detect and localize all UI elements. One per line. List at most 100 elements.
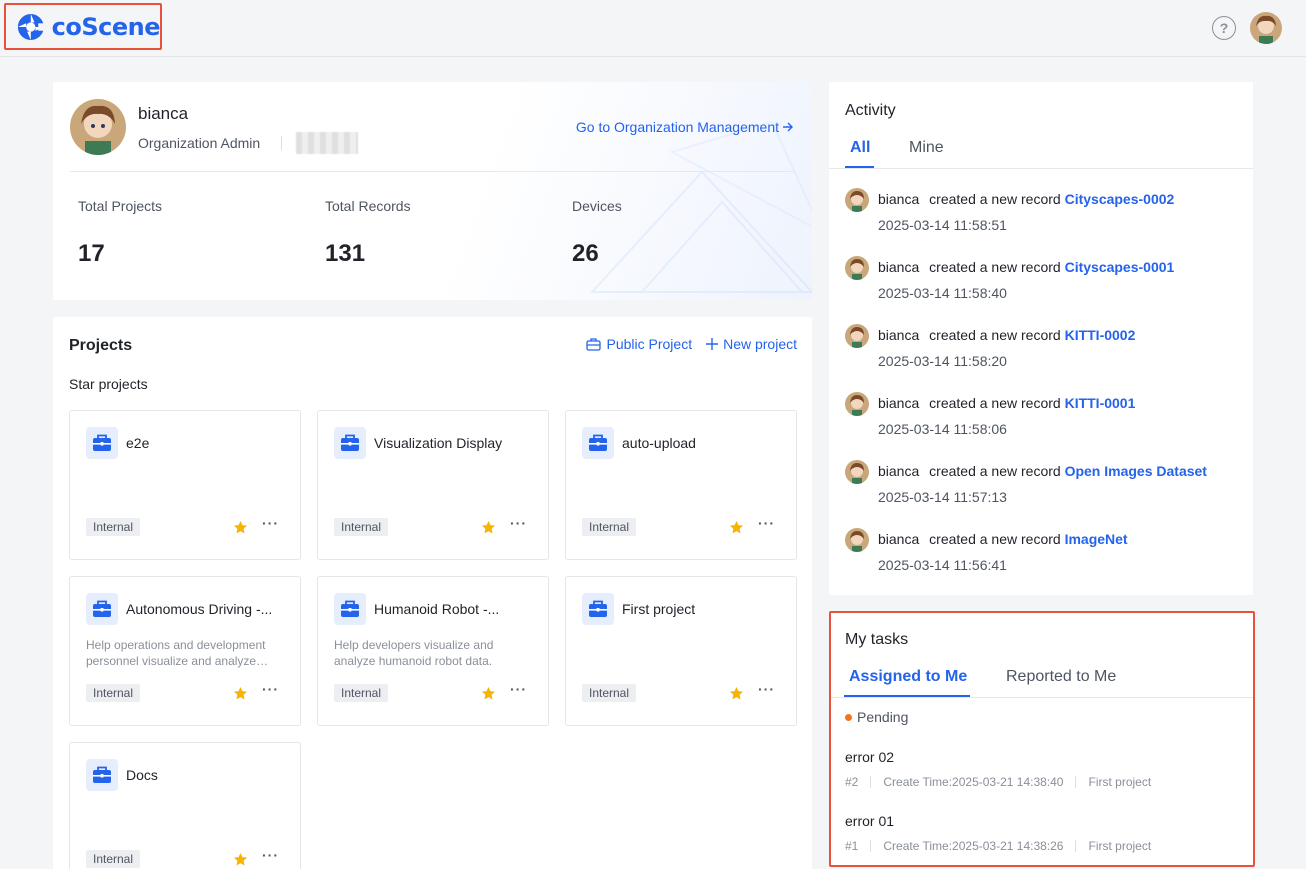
stat-label: Total Records: [325, 198, 411, 214]
tab-reported-to-me[interactable]: Reported to Me: [1006, 668, 1116, 686]
star-projects-title: Star projects: [69, 376, 148, 392]
task-meta: #2 Create Time:2025-03-21 14:38:40 First p…: [845, 775, 1151, 789]
project-visibility-tag: Internal: [582, 684, 637, 702]
profile-name: bianca: [138, 104, 189, 123]
activity-action: created a new record: [929, 259, 1061, 275]
coscene-logo[interactable]: coScene: [4, 3, 162, 50]
project-card[interactable]: Humanoid Robot -... Help developers visua…: [317, 576, 549, 726]
activity-user: bianca: [878, 395, 920, 411]
public-project-button[interactable]: Public Project: [586, 336, 692, 352]
star-icon[interactable]: [481, 686, 496, 704]
activity-time: 2025-03-14 11:57:13: [878, 489, 1007, 505]
more-options-icon[interactable]: ···: [758, 515, 775, 531]
project-briefcase-icon: [334, 427, 366, 459]
activity-text: bianca created a new record Cityscapes-0…: [878, 259, 1174, 275]
activity-record-link[interactable]: KITTI-0002: [1065, 327, 1136, 343]
projects-title: Projects: [69, 337, 133, 354]
activity-action: created a new record: [929, 191, 1061, 207]
divider: [1075, 776, 1077, 788]
tab-all[interactable]: All: [850, 139, 870, 157]
activity-record-link[interactable]: Open Images Dataset: [1065, 463, 1207, 479]
help-icon[interactable]: ?: [1212, 16, 1236, 40]
project-name: Autonomous Driving -...: [126, 601, 273, 617]
more-options-icon[interactable]: ···: [510, 515, 527, 531]
project-visibility-tag: Internal: [86, 684, 141, 702]
stat-total-projects: Total Projects 17: [78, 198, 162, 268]
stat-value: 131: [325, 240, 366, 267]
stat-value: 17: [78, 240, 105, 267]
project-visibility-tag: Internal: [86, 518, 141, 536]
star-icon[interactable]: [233, 686, 248, 704]
activity-record-link[interactable]: Cityscapes-0002: [1065, 191, 1175, 207]
activity-time: 2025-03-14 11:56:41: [878, 557, 1007, 573]
stat-total-records: Total Records 131: [325, 198, 411, 268]
divider: [281, 136, 282, 150]
user-avatar[interactable]: [1250, 12, 1282, 44]
activity-avatar: [845, 188, 869, 212]
activity-record-link[interactable]: KITTI-0001: [1065, 395, 1136, 411]
profile-avatar: [70, 99, 126, 155]
activity-user: bianca: [878, 327, 920, 343]
star-icon[interactable]: [233, 520, 248, 538]
activity-user: bianca: [878, 191, 920, 207]
project-briefcase-icon: [86, 759, 118, 791]
project-briefcase-icon: [86, 427, 118, 459]
project-card[interactable]: Docs Internal ···: [69, 742, 301, 869]
plus-icon: [706, 338, 719, 350]
more-options-icon[interactable]: ···: [510, 681, 527, 697]
project-card[interactable]: First project Internal ···: [565, 576, 797, 726]
project-briefcase-icon: [334, 593, 366, 625]
project-card[interactable]: Visualization Display Internal ···: [317, 410, 549, 560]
my-tasks-card: My tasks Assigned to Me Reported to Me P…: [829, 611, 1255, 867]
org-management-label: Go to Organization Management: [575, 119, 779, 135]
activity-record-link[interactable]: Cityscapes-0001: [1065, 259, 1175, 275]
task-item[interactable]: error 01 #1 Create Time:2025-03-21 14:38:2…: [845, 813, 1151, 853]
activity-time: 2025-03-14 11:58:51: [878, 217, 1007, 233]
project-card[interactable]: auto-upload Internal ···: [565, 410, 797, 560]
tab-mine[interactable]: Mine: [909, 139, 944, 157]
new-project-button[interactable]: New project: [706, 336, 797, 352]
tab-assigned-to-me[interactable]: Assigned to Me: [849, 668, 967, 686]
more-options-icon[interactable]: ···: [262, 681, 279, 697]
top-header: coScene ?: [0, 0, 1306, 57]
more-options-icon[interactable]: ···: [262, 515, 279, 531]
project-briefcase-icon: [86, 593, 118, 625]
task-item[interactable]: error 02 #2 Create Time:2025-03-21 14:38:4…: [845, 749, 1151, 789]
star-icon[interactable]: [233, 852, 248, 869]
project-card[interactable]: e2e Internal ···: [69, 410, 301, 560]
project-name: Humanoid Robot -...: [374, 601, 500, 617]
activity-time: 2025-03-14 11:58:40: [878, 285, 1007, 301]
profile-card: bianca Organization Admin Go to Organiza…: [53, 82, 812, 300]
more-options-icon[interactable]: ···: [262, 847, 279, 863]
project-name: auto-upload: [622, 435, 696, 451]
activity-record-link[interactable]: ImageNet: [1065, 531, 1128, 547]
divider: [870, 840, 872, 852]
activity-avatar: [845, 528, 869, 552]
stat-devices: Devices 26: [572, 198, 622, 268]
task-name: error 02: [845, 749, 895, 765]
activity-time: 2025-03-14 11:58:20: [878, 353, 1007, 369]
activity-action: created a new record: [929, 531, 1061, 547]
project-visibility-tag: Internal: [334, 684, 389, 702]
profile-role: Organization Admin: [138, 135, 261, 151]
activity-text: bianca created a new record Open Images …: [878, 463, 1207, 479]
star-icon[interactable]: [729, 520, 744, 538]
pending-status: Pending: [845, 709, 908, 725]
task-create-time: Create Time:2025-03-21 14:38:40: [883, 775, 1064, 789]
redacted-org-name: [296, 132, 358, 154]
org-management-link[interactable]: Go to Organization Management: [576, 119, 794, 135]
task-id: #2: [845, 775, 859, 789]
project-visibility-tag: Internal: [582, 518, 637, 536]
task-name: error 01: [845, 813, 895, 829]
activity-user: bianca: [878, 531, 920, 547]
activity-text: bianca created a new record Cityscapes-0…: [878, 191, 1174, 207]
project-card[interactable]: Autonomous Driving -... Help operations a…: [69, 576, 301, 726]
project-visibility-tag: Internal: [334, 518, 389, 536]
project-description: Help developers visualize and analyze hu…: [334, 638, 494, 668]
star-icon[interactable]: [481, 520, 496, 538]
more-options-icon[interactable]: ···: [758, 681, 775, 697]
star-icon[interactable]: [729, 686, 744, 704]
coscene-logo-icon: [17, 13, 46, 40]
project-name: e2e: [126, 435, 150, 451]
divider: [70, 171, 796, 172]
